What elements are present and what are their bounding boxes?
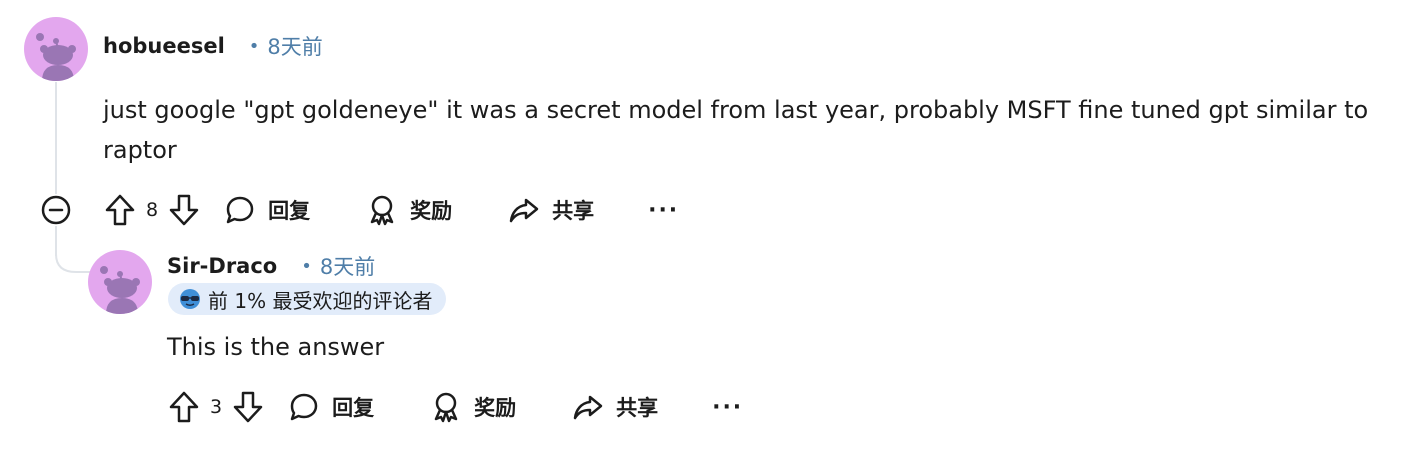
reply-label: 回复 bbox=[332, 396, 375, 420]
top-commenter-badge: 前 1% 最受欢迎的评论者 bbox=[168, 283, 447, 315]
meta-separator: • bbox=[248, 35, 260, 57]
meta-separator: • bbox=[301, 255, 312, 277]
downvote-icon[interactable] bbox=[168, 193, 200, 227]
share-button[interactable]: 共享 bbox=[572, 391, 658, 423]
share-button[interactable]: 共享 bbox=[508, 194, 594, 226]
vote-count: 8 bbox=[146, 199, 159, 221]
collapse-thread-icon[interactable] bbox=[40, 194, 72, 226]
comment-bubble-icon bbox=[224, 194, 256, 226]
comment-actions: 8 回复 奖励 共享 ··· bbox=[104, 188, 679, 232]
reply-label: 回复 bbox=[268, 199, 311, 223]
avatar[interactable] bbox=[24, 17, 88, 81]
award-label: 奖励 bbox=[410, 199, 453, 223]
award-icon bbox=[430, 391, 462, 423]
thread-line bbox=[55, 82, 57, 194]
more-options-button[interactable]: ··· bbox=[712, 395, 743, 420]
share-label: 共享 bbox=[552, 199, 595, 223]
more-options-button[interactable]: ··· bbox=[648, 198, 679, 223]
avatar[interactable] bbox=[88, 250, 152, 314]
upvote-icon[interactable] bbox=[168, 390, 200, 424]
username[interactable]: hobueesel bbox=[103, 34, 225, 58]
sunglasses-icon bbox=[178, 288, 202, 310]
comment-body: This is the answer bbox=[167, 333, 385, 361]
award-button[interactable]: 奖励 bbox=[366, 194, 452, 226]
award-button[interactable]: 奖励 bbox=[430, 391, 516, 423]
share-arrow-icon bbox=[572, 391, 604, 423]
snoo-avatar-icon bbox=[100, 266, 140, 314]
comment-body: just google "gpt goldeneye" it was a sec… bbox=[103, 96, 1369, 164]
share-label: 共享 bbox=[616, 396, 659, 420]
upvote-icon[interactable] bbox=[104, 193, 136, 227]
comment-meta: Sir-Draco • 8天前 bbox=[167, 251, 375, 281]
award-icon bbox=[366, 194, 398, 226]
timestamp[interactable]: 8天前 bbox=[267, 31, 322, 61]
comment-meta: hobueesel • 8天前 bbox=[103, 31, 323, 61]
reply-button[interactable]: 回复 bbox=[224, 194, 310, 226]
award-label: 奖励 bbox=[474, 396, 517, 420]
comment-bubble-icon bbox=[288, 391, 320, 423]
username[interactable]: Sir-Draco bbox=[167, 254, 277, 278]
thread-branch-curve bbox=[55, 240, 92, 273]
share-arrow-icon bbox=[508, 194, 540, 226]
reply-button[interactable]: 回复 bbox=[288, 391, 374, 423]
downvote-icon[interactable] bbox=[232, 390, 264, 424]
comment-actions: 3 回复 奖励 共享 ··· bbox=[168, 385, 743, 429]
vote-count: 3 bbox=[210, 396, 223, 418]
snoo-avatar-icon bbox=[36, 33, 76, 81]
badge-label: 前 1% 最受欢迎的评论者 bbox=[208, 288, 433, 313]
timestamp[interactable]: 8天前 bbox=[320, 251, 375, 281]
